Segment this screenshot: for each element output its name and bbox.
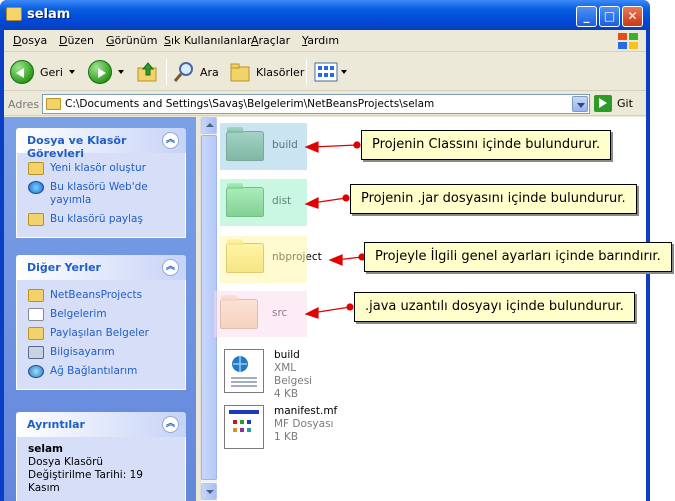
file-name: build — [274, 349, 300, 361]
back-label: Geri — [40, 65, 63, 79]
panel-header[interactable]: Diğer Yerler ︽ — [16, 255, 186, 280]
address-label: Adres — [8, 98, 40, 111]
go-label: Git — [617, 97, 633, 110]
network-icon — [28, 365, 44, 378]
task-new-folder[interactable]: Yeni klasör oluştur — [17, 159, 185, 178]
new-folder-icon — [28, 162, 44, 175]
place-shared-documents[interactable]: Paylaşılan Belgeler — [17, 324, 185, 343]
callout-nbproject: Projeyle İlgili genel ayarları içinde ba… — [364, 242, 672, 272]
xml-file-icon — [224, 349, 264, 393]
file-type: MF Dosyası — [274, 418, 334, 430]
forward-button[interactable] — [88, 59, 124, 85]
file-size: 4 KB — [274, 388, 299, 400]
menu-edit[interactable]: Düzen — [59, 34, 94, 47]
other-places-panel: Diğer Yerler ︽ NetBeansProjects Belgeler… — [16, 255, 186, 390]
panel-title: Diğer Yerler — [27, 261, 101, 274]
place-my-documents[interactable]: Belgelerim — [17, 305, 185, 324]
task-pane: Dosya ve Klasör Görevleri ︽ Yeni klasör … — [4, 117, 196, 501]
collapse-chevron-icon[interactable]: ︽ — [162, 259, 179, 276]
up-folder-button[interactable] — [136, 59, 160, 85]
folder-highlight-dist — [220, 179, 307, 226]
task-publish-web[interactable]: Bu klasörü Web'de yayımla — [17, 178, 185, 210]
task-share-folder[interactable]: Bu klasörü paylaş — [17, 210, 185, 229]
menu-view[interactable]: Görünüm — [106, 34, 157, 47]
back-arrow-icon — [10, 60, 34, 84]
menu-bar: Dosya Düzen Görünüm Sık Kullanılanlar Ar… — [4, 30, 646, 52]
panel-title: Ayrıntılar — [27, 418, 85, 431]
collapse-chevron-icon[interactable]: ︽ — [162, 416, 179, 433]
go-arrow-icon — [594, 95, 612, 112]
computer-icon — [28, 346, 44, 359]
toolbar-separator — [166, 59, 167, 85]
folder-icon — [28, 289, 44, 302]
folder-highlight-build — [220, 123, 307, 170]
menu-file[interactable]: Dosya — [13, 34, 47, 47]
menu-favorites[interactable]: Sık Kullanılanlar — [164, 34, 252, 47]
search-label: Ara — [200, 65, 219, 79]
menu-tools[interactable]: Araçlar — [251, 34, 290, 47]
maximize-button[interactable]: □ — [599, 6, 620, 27]
menu-help[interactable]: Yardım — [302, 34, 339, 47]
address-bar: Adres C:\Documents and Settings\Savaş\Be… — [4, 92, 646, 116]
folders-icon — [230, 63, 250, 82]
details-name: selam — [28, 443, 63, 455]
share-folder-icon — [28, 213, 44, 226]
folders-button[interactable]: Klasörler — [228, 59, 304, 85]
scroll-up-button[interactable] — [201, 117, 217, 134]
place-netbeansprojects[interactable]: NetBeansProjects — [17, 286, 185, 305]
folder-highlight-src — [214, 291, 307, 337]
place-network[interactable]: Ağ Bağlantılarım — [17, 362, 185, 381]
folder-highlight-nbproject — [220, 236, 307, 283]
panel-header[interactable]: Dosya ve Klasör Görevleri ︽ — [16, 128, 186, 160]
mf-file-icon — [224, 405, 264, 449]
search-button[interactable]: Ara — [172, 59, 219, 85]
back-button[interactable]: Geri — [10, 59, 75, 85]
windows-logo-icon — [618, 33, 638, 49]
forward-arrow-icon — [88, 60, 112, 84]
details-type: Dosya Klasörü — [28, 456, 104, 468]
address-input[interactable]: C:\Documents and Settings\Savaş\Belgeler… — [42, 94, 590, 114]
close-button[interactable]: ✕ — [622, 6, 643, 27]
chevron-down-icon — [118, 70, 124, 74]
folder-icon — [46, 98, 61, 110]
window-title: selam — [27, 7, 71, 22]
file-type: XML Belgesi — [274, 362, 313, 387]
shared-folder-icon — [28, 327, 44, 340]
address-dropdown-button[interactable] — [572, 96, 588, 112]
place-my-computer[interactable]: Bilgisayarım — [17, 343, 185, 362]
chevron-down-icon — [341, 70, 347, 74]
up-folder-icon — [137, 62, 157, 82]
documents-icon — [28, 308, 44, 321]
chevron-down-icon — [68, 70, 75, 74]
toolbar-separator — [306, 59, 307, 85]
address-path: C:\Documents and Settings\Savaş\Belgeler… — [65, 98, 435, 110]
scroll-down-button[interactable] — [201, 483, 217, 500]
folders-label: Klasörler — [256, 65, 305, 79]
search-icon — [173, 62, 193, 82]
details-panel: Ayrıntılar ︽ selam Dosya Klasörü Değişti… — [16, 412, 186, 501]
views-icon — [314, 62, 338, 82]
callout-build: Projenin Classını içinde bulundurur. — [361, 130, 612, 160]
file-folder-tasks-panel: Dosya ve Klasör Görevleri ︽ Yeni klasör … — [16, 128, 186, 238]
details-modified: Değiştirilme Tarihi: 19 Kasım — [28, 469, 143, 494]
folder-icon — [6, 7, 22, 21]
minimize-button[interactable]: _ — [576, 6, 597, 27]
toolbar: Geri Ara Klasörler — [4, 53, 646, 91]
panel-header[interactable]: Ayrıntılar ︽ — [16, 412, 186, 437]
views-button[interactable] — [314, 59, 347, 85]
go-button[interactable]: Git — [594, 95, 633, 112]
callout-src: .java uzantılı dosyayı içinde bulundurur… — [354, 292, 635, 322]
file-name: manifest.mf — [274, 405, 338, 417]
title-bar[interactable]: selam _ □ ✕ — [0, 0, 650, 30]
globe-icon — [28, 181, 44, 194]
callout-dist: Projenin .jar dosyasını içinde bulunduru… — [350, 184, 637, 214]
collapse-chevron-icon[interactable]: ︽ — [162, 132, 179, 149]
file-size: 1 KB — [274, 431, 299, 443]
